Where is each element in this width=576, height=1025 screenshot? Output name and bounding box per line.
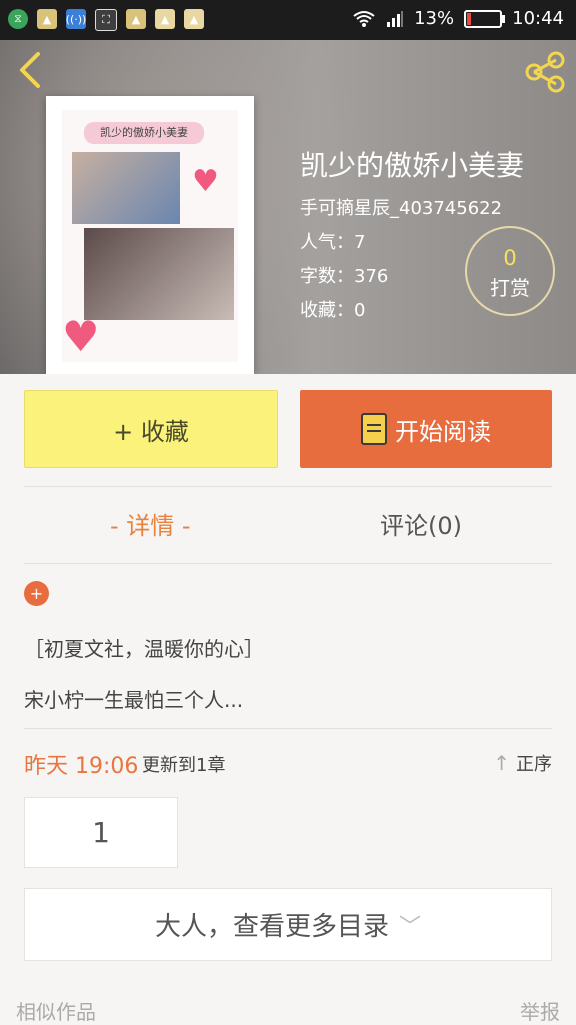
similar-works-heading: 相似作品	[16, 1000, 96, 1024]
sort-order-button[interactable]: ↑ 正序	[493, 750, 552, 776]
cover-photo-boy	[72, 152, 180, 224]
image-notification-icon: ▲	[37, 9, 57, 29]
chevron-down-icon: ﹀	[399, 914, 422, 940]
tab-details[interactable]: - 详情 -	[110, 506, 191, 541]
clock: 10:44	[512, 8, 564, 29]
word-count: 字数：376	[300, 266, 389, 287]
heart-icon: ♥	[62, 312, 100, 361]
image-notification-icon: ▲	[155, 9, 175, 29]
cover-artwork: 凯少的傲娇小美妻 ♥ ♥	[62, 110, 238, 362]
divider	[24, 486, 552, 487]
update-status: 更新到1章	[142, 755, 226, 776]
cover-title: 凯少的傲娇小美妻	[84, 122, 204, 144]
favorite-button[interactable]: + 收藏	[24, 390, 278, 468]
report-link[interactable]: 举报	[520, 996, 560, 1025]
app-notification-icon: ⧖	[8, 9, 28, 29]
notification-icons: ⧖ ▲ ((·)) ⛶ ▲ ▲ ▲	[8, 9, 204, 31]
chapter-item[interactable]: 1	[24, 797, 178, 868]
book-icon	[361, 413, 387, 445]
favorites-count: 收藏：0	[300, 300, 366, 321]
update-time: 昨天 19:06	[24, 754, 139, 779]
more-chapters-button[interactable]: 大人，查看更多目录 ﹀	[24, 888, 552, 961]
tab-comments[interactable]: 评论(0)	[380, 506, 462, 541]
book-author[interactable]: 手可摘星辰_403745622	[300, 194, 502, 220]
image-notification-icon: ▲	[126, 9, 146, 29]
wifi-notification-icon: ((·))	[66, 9, 86, 29]
screenshot-notification-icon: ⛶	[95, 9, 117, 31]
status-right: 13% 10:44	[352, 8, 564, 29]
wifi-icon	[353, 10, 375, 27]
heart-icon: ♥	[192, 164, 219, 199]
cover-photo-girl	[84, 228, 234, 320]
signal-icon	[387, 10, 404, 27]
start-reading-button[interactable]: 开始阅读	[300, 390, 552, 468]
divider	[24, 728, 552, 729]
image-notification-icon: ▲	[184, 9, 204, 29]
expand-intro-button[interactable]: +	[24, 581, 49, 606]
more-chapters-label: 大人，查看更多目录	[154, 912, 389, 942]
book-title: 凯少的傲娇小美妻	[300, 149, 525, 182]
battery-percent: 13%	[414, 8, 455, 29]
intro-summary: 宋小柠一生最怕三个人...	[24, 688, 244, 712]
popularity: 人气：7	[300, 232, 366, 253]
book-header: 凯少的傲娇小美妻 ♥ ♥ 凯少的傲娇小美妻 手可摘星辰_403745622 人气…	[0, 40, 576, 374]
start-reading-label: 开始阅读	[395, 417, 491, 446]
share-icon[interactable]	[522, 50, 568, 94]
sort-label: 正序	[516, 754, 552, 775]
book-cover[interactable]: 凯少的傲娇小美妻 ♥ ♥	[46, 96, 254, 374]
battery-icon	[464, 9, 506, 28]
arrow-up-icon: ↑	[493, 751, 510, 775]
intro-tagline: ［初夏文社，温暖你的心］	[24, 637, 264, 661]
back-icon[interactable]	[12, 50, 52, 90]
favorite-label: + 收藏	[113, 417, 189, 446]
divider	[24, 563, 552, 564]
status-bar: ⧖ ▲ ((·)) ⛶ ▲ ▲ ▲ 13% 10:44	[0, 0, 576, 40]
tip-button[interactable]: 0 打赏	[465, 226, 555, 316]
tip-count: 0	[503, 246, 517, 270]
tip-label: 打赏	[490, 276, 530, 300]
